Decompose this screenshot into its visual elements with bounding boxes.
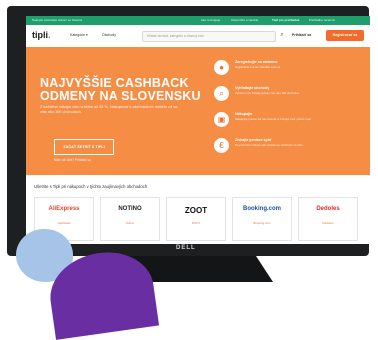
step-title: Získajte peniaze späť xyxy=(235,138,272,142)
step-desc: Po potvrdení nákupu vám pripíšeme cashba… xyxy=(235,143,303,147)
topbar-link-refer[interactable]: Odporúčte a zarobte xyxy=(231,18,258,22)
hero-title: NAJVYŠŠIE CASHBACK ODMENY NA SLOVENSKU xyxy=(40,77,220,103)
topbar-link-reviews[interactable]: Prehľadné recenzie xyxy=(309,18,335,22)
shop-card-zoot[interactable]: ZOOT ZOOT xyxy=(166,197,226,241)
step-desc: Vyberte si zo širokej ponuky viac ako 10… xyxy=(235,91,300,95)
step-shop: ▣ Nakupujte Nakupujte presne tak ako dot… xyxy=(214,111,364,133)
partner-shops-section: Ušetrite s Tipli pri nákupoch v týchto z… xyxy=(26,175,370,244)
shop-cashback: ZOOT xyxy=(191,221,201,225)
step-register: ● Zaregistrujte sa zadarmo Registrácia t… xyxy=(214,59,364,81)
shop-card-dedoles[interactable]: Dedoles Dedoles xyxy=(298,197,358,241)
shop-logo-booking: Booking.com xyxy=(242,206,281,212)
login-link[interactable]: Prihlásiť sa xyxy=(292,33,311,37)
shop-cashback: Notino xyxy=(125,221,135,225)
shop-card-booking[interactable]: Booking.com Booking.com xyxy=(232,197,292,241)
shop-logo-aliexpress: AliExpress xyxy=(48,206,80,212)
nav-categories[interactable]: Kategórie ▾ xyxy=(70,33,88,37)
logo-dot: . xyxy=(48,30,51,40)
step-cashback: € Získajte peniaze späť Po potvrdení nák… xyxy=(214,137,364,159)
shop-cashback: Cashback xyxy=(57,221,71,225)
register-button[interactable]: Registrovať sa xyxy=(326,30,364,41)
shop-logo-dedoles: Dedoles xyxy=(316,206,340,212)
topbar-link-extension[interactable]: Tipli pre prehliadač xyxy=(272,18,299,22)
hero-title-line-2: ODMENY NA SLOVENSKU xyxy=(40,89,201,103)
cart-icon: ▣ xyxy=(214,112,229,127)
tipli-logo[interactable]: tipli. xyxy=(32,30,51,40)
shop-logo-notino: NOTINO xyxy=(118,206,142,212)
search-icon: ⌕ xyxy=(214,86,229,101)
user-icon: ● xyxy=(214,60,229,75)
site-header: tipli. Kategórie ▾ Obchody Hľadať obchod… xyxy=(26,25,370,48)
shop-cashback: Booking.com xyxy=(253,221,271,225)
step-title: Nakupujte xyxy=(235,112,253,116)
dell-logo: DELL xyxy=(176,245,196,251)
shop-card-notino[interactable]: NOTINO Notino xyxy=(100,197,160,241)
shop-logo-zoot: ZOOT xyxy=(184,206,208,215)
topbar-tagline: Nakupte prekvapte sobom so zlavami xyxy=(32,18,83,22)
topbar-link-how[interactable]: Ako to funguje xyxy=(201,18,220,22)
nav-shops[interactable]: Obchody xyxy=(102,33,116,37)
search-placeholder: Hľadať obchod, kategóriu a zľavový kód xyxy=(147,34,204,38)
search-icon[interactable]: ⌕ xyxy=(276,31,288,40)
money-icon: € xyxy=(214,138,229,153)
logo-text: tipli xyxy=(32,30,48,40)
step-title: Vyhľadajte obchody xyxy=(235,86,270,90)
start-saving-button[interactable]: ZAČAŤ ŠETRIŤ S TIPLI xyxy=(54,139,114,155)
hero-login-link[interactable]: Mám už účet? Prihlásiť sa xyxy=(54,158,91,162)
step-search: ⌕ Vyhľadajte obchody Vyberte si zo širok… xyxy=(214,85,364,107)
shop-cashback: Dedoles xyxy=(322,221,334,225)
partners-heading: Ušetrite s Tipli pri nákupoch v týchto z… xyxy=(34,184,148,189)
step-desc: Registrácia trvá len niekoľko sekúnd xyxy=(235,65,280,69)
hero-description: Z každého nákupu vám vrátime až 25 %. Na… xyxy=(40,105,178,114)
top-info-bar: Nakupte prekvapte sobom so zlavami Ako t… xyxy=(26,16,370,25)
search-input[interactable]: Hľadať obchod, kategóriu a zľavový kód xyxy=(142,31,276,42)
step-title: Zaregistrujte sa zadarmo xyxy=(235,60,278,64)
hero-banner: NAJVYŠŠIE CASHBACK ODMENY NA SLOVENSKU Z… xyxy=(26,47,370,175)
browser-screen: Nakupte prekvapte sobom so zlavami Ako t… xyxy=(26,16,370,244)
step-desc: Nakupujte presne tak ako doteraz a získa… xyxy=(235,117,312,121)
monitor-frame: Nakupte prekvapte sobom so zlavami Ako t… xyxy=(7,6,370,256)
